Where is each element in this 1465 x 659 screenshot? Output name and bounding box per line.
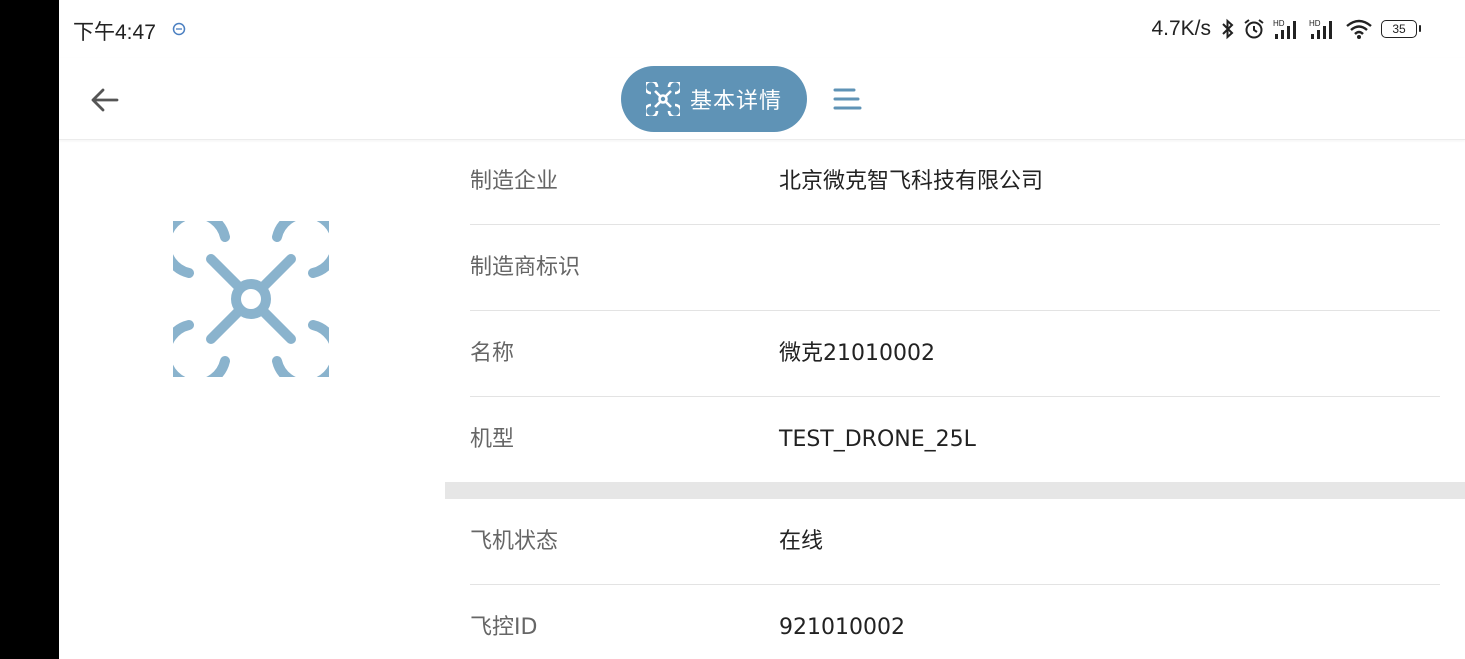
svg-text:HD: HD (1273, 19, 1285, 28)
toolbar: 基本详情 (59, 58, 1465, 140)
row-label: 飞控ID (470, 615, 538, 640)
row-value: TEST_DRONE_25L (779, 427, 976, 452)
detail-row: 飞机状态 在线 (470, 499, 1440, 585)
signal-hd-icon: HD (1309, 19, 1332, 39)
row-value: 在线 (779, 529, 824, 554)
basic-details-tab[interactable]: 基本详情 (621, 66, 807, 132)
app-screen: 下午4:47 4.7K/s HD HD 35 基本详情 制造企业 北京微克智飞科… (59, 0, 1465, 659)
bluetooth-icon (1222, 18, 1234, 40)
details-list: 制造企业 北京微克智飞科技有限公司 制造商标识 名称 微克21010002 机型… (445, 139, 1465, 659)
drone-icon (645, 82, 680, 116)
detail-row: 制造商标识 (470, 225, 1440, 311)
detail-row: 飞控ID 921010002 (470, 585, 1440, 659)
row-label: 名称 (470, 341, 515, 366)
row-value: 微克21010002 (779, 341, 935, 366)
row-value: 北京微克智飞科技有限公司 (779, 169, 1044, 194)
row-label: 飞机状态 (470, 529, 559, 554)
row-label: 制造企业 (470, 169, 559, 194)
battery-icon: 35 (1381, 20, 1421, 38)
status-icons: 4.7K/s HD HD 35 (1151, 14, 1421, 44)
wifi-icon (1346, 19, 1372, 39)
net-speed: 4.7K/s (1151, 17, 1211, 40)
row-label: 机型 (470, 427, 515, 452)
detail-row: 名称 微克21010002 (470, 311, 1440, 397)
alarm-icon (1244, 19, 1264, 39)
tab-title: 基本详情 (689, 89, 782, 114)
row-value: 921010002 (779, 615, 905, 640)
notification-icon (172, 22, 186, 36)
back-arrow-icon[interactable] (87, 82, 123, 118)
status-time: 下午4:47 (73, 21, 156, 44)
row-label: 制造商标识 (470, 255, 581, 280)
menu-icon[interactable] (832, 85, 862, 115)
detail-row: 制造企业 北京微克智飞科技有限公司 (470, 139, 1440, 225)
section-divider (445, 482, 1465, 499)
detail-row: 机型 TEST_DRONE_25L (470, 397, 1440, 482)
status-bar: 下午4:47 4.7K/s HD HD 35 (59, 0, 1465, 58)
signal-hd-icon: HD (1273, 19, 1296, 39)
svg-text:HD: HD (1309, 19, 1321, 28)
drone-image (173, 221, 329, 377)
